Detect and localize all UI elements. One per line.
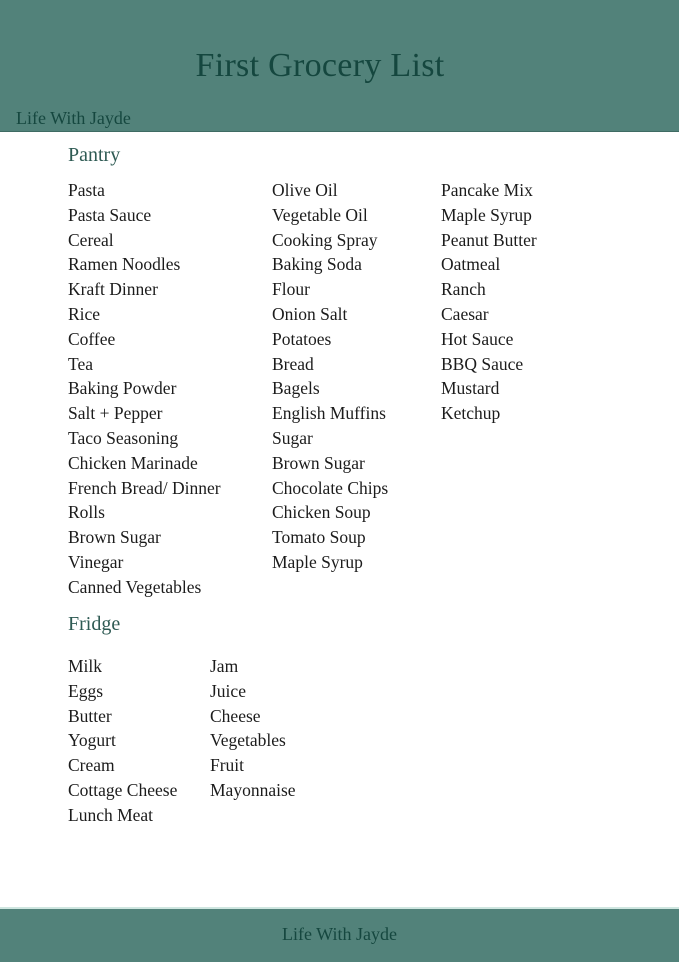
list-item: English Muffins <box>272 403 386 424</box>
list-item: Ranch <box>441 279 486 300</box>
list-item: Bagels <box>272 378 320 399</box>
list-item: Mayonnaise <box>210 779 296 800</box>
list-item: Cream <box>68 755 115 776</box>
list-item: Cooking Spray <box>272 229 378 250</box>
list-item: Fruit <box>210 755 245 776</box>
list-item: Jam <box>210 656 239 676</box>
footer-brand-label: Life With Jayde <box>282 924 397 944</box>
pantry-column-2: Olive Oil Vegetable Oil Cooking Spray Bakin… <box>272 178 388 575</box>
list-item: Onion Salt <box>272 303 348 324</box>
list-item: Rice <box>68 303 101 324</box>
list-item: Cottage Cheese <box>68 779 178 800</box>
list-item: Cereal <box>68 229 114 250</box>
list-item: Ramen Noodles <box>68 254 181 275</box>
list-item: Baking Soda <box>272 254 362 275</box>
list-item: Bread <box>272 353 314 374</box>
list-item: Chocolate Chips <box>272 477 389 498</box>
list-item: Canned Vegetables <box>68 576 202 597</box>
list-item: Taco Seasoning <box>68 427 179 448</box>
list-item: Flour <box>272 279 310 300</box>
page-title: First Grocery List <box>195 47 445 84</box>
list-item: Tomato Soup <box>272 527 366 548</box>
list-item: Peanut Butter <box>441 229 537 250</box>
list-item: BBQ Sauce <box>441 353 524 374</box>
list-item: Eggs <box>68 680 103 701</box>
list-item: Chicken Marinade <box>68 452 198 473</box>
list-item: Hot Sauce <box>441 328 514 349</box>
list-item: Pasta <box>68 180 105 200</box>
list-item: Maple Syrup <box>272 551 363 572</box>
list-item: Tea <box>68 353 94 374</box>
header-band: First Grocery List Life With Jayde <box>0 0 679 132</box>
list-item: Salt + Pepper <box>68 403 163 424</box>
list-item: Sugar <box>272 427 313 448</box>
pantry-column-3: Pancake Mix Maple Syrup Peanut Butter Oatme… <box>441 178 537 426</box>
list-item: Brown Sugar <box>68 527 161 548</box>
list-item: Mustard <box>441 378 500 399</box>
fridge-column-1: Milk Eggs Butter Yogurt Cream Cottage Cheese L… <box>68 654 177 828</box>
list-item: Baking Powder <box>68 378 177 399</box>
list-item: Vinegar <box>68 551 124 572</box>
list-item: Maple Syrup <box>441 204 532 225</box>
pantry-column-1: Pasta Pasta Sauce Cereal Ramen Noodles Kraft… <box>68 178 221 600</box>
list-item: Lunch Meat <box>68 804 154 825</box>
list-item: Vegetable Oil <box>272 204 368 225</box>
list-item: Caesar <box>441 303 489 324</box>
section-title-pantry: Pantry <box>68 144 121 166</box>
section-title-fridge: Fridge <box>68 613 121 635</box>
list-item: Butter <box>68 705 112 726</box>
list-item: Rolls <box>68 502 105 523</box>
list-item: Kraft Dinner <box>68 279 158 300</box>
list-item: Pasta Sauce <box>68 204 152 225</box>
list-item: Oatmeal <box>441 254 501 275</box>
list-item: French Bread/ Dinner <box>68 477 221 498</box>
list-item: Coffee <box>68 328 116 349</box>
list-item: Cheese <box>210 705 261 726</box>
list-item: Brown Sugar <box>272 452 365 473</box>
footer-band: Life With Jayde <box>0 907 679 962</box>
list-item: Yogurt <box>68 730 116 751</box>
list-item: Juice <box>210 680 246 701</box>
list-item: Pancake Mix <box>441 180 533 200</box>
brand-label: Life With Jayde <box>16 108 131 128</box>
list-item: Chicken Soup <box>272 502 371 523</box>
list-item: Ketchup <box>441 403 501 424</box>
list-item: Milk <box>68 656 103 676</box>
list-item: Vegetables <box>210 730 286 751</box>
list-item: Potatoes <box>272 328 332 349</box>
fridge-column-2: Jam Juice Cheese Vegetables Fruit Mayonnaise <box>210 654 296 803</box>
list-item: Olive Oil <box>272 180 338 200</box>
